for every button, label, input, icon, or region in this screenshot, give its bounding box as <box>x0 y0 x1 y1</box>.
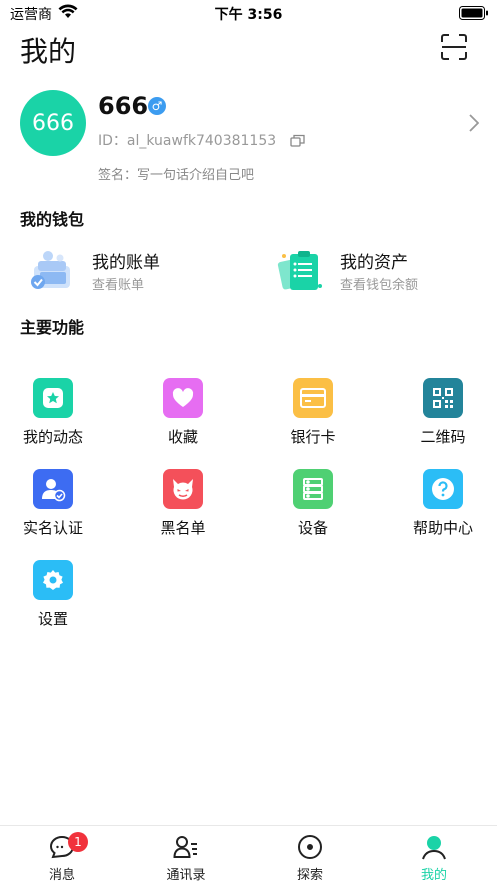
wallet-section-title: 我的钱包 <box>20 210 85 229</box>
feature-my-moments[interactable]: 我的动态 <box>0 376 106 456</box>
user-verified-icon <box>33 469 73 509</box>
tab-me[interactable]: 我的 <box>372 832 496 883</box>
wallet-item-subtitle: 查看账单 <box>92 278 145 293</box>
feature-label: 银行卡 <box>290 428 336 446</box>
feature-label: 帮助中心 <box>412 519 473 537</box>
feature-label: 我的动态 <box>22 428 83 446</box>
wallet-item-title: 我的账单 <box>92 253 160 273</box>
page-header: 我的 <box>0 28 497 72</box>
battery-icon <box>459 5 489 24</box>
feature-devices[interactable]: 设备 <box>260 467 366 547</box>
wallet-item-title: 我的资产 <box>340 253 408 273</box>
feature-label: 收藏 <box>167 428 198 446</box>
chevron-right-icon[interactable] <box>469 114 480 136</box>
feature-blacklist[interactable]: 黑名单 <box>130 467 236 547</box>
contacts-icon <box>173 834 199 860</box>
copy-icon[interactable] <box>290 132 305 151</box>
feature-help-center[interactable]: 帮助中心 <box>390 467 496 547</box>
tab-label: 探索 <box>296 868 323 883</box>
feature-real-name-auth[interactable]: 实名认证 <box>0 467 106 547</box>
features-section-title: 主要功能 <box>20 318 85 337</box>
tab-explore[interactable]: 探索 <box>248 832 372 883</box>
assets-clipboard-icon <box>274 246 324 296</box>
feature-qr-code[interactable]: 二维码 <box>390 376 496 456</box>
feature-label: 设置 <box>37 610 68 628</box>
wallet-item-bills[interactable]: 我的账单 查看账单 <box>26 244 246 300</box>
feature-label: 设备 <box>297 519 328 537</box>
tab-label: 通讯录 <box>166 868 206 883</box>
feature-settings[interactable]: 设置 <box>0 558 106 638</box>
wallet-section: 我的账单 查看账单 我的资产 查看钱包余额 <box>0 244 497 300</box>
bottom-tab-bar: 1 消息 通讯录 探索 我的 <box>0 825 497 883</box>
heart-icon <box>163 378 203 418</box>
gender-male-icon: ♂ <box>148 97 166 115</box>
qr-code-icon <box>423 378 463 418</box>
status-bar: 运营商 下午 3:56 <box>0 0 497 26</box>
tab-messages[interactable]: 1 消息 <box>0 832 124 883</box>
scan-icon[interactable] <box>441 34 467 60</box>
wallet-item-subtitle: 查看钱包余额 <box>340 278 419 293</box>
profile-card[interactable]: 666 666 ♂ ID：al_kuawfk740381153 签名：写一句话介… <box>0 90 497 190</box>
feature-favorites[interactable]: 收藏 <box>130 376 236 456</box>
wallet-item-assets[interactable]: 我的资产 查看钱包余额 <box>274 244 494 300</box>
user-id: ID：al_kuawfk740381153 <box>98 133 277 149</box>
signature: 签名：写一句话介绍自己吧 <box>98 168 255 183</box>
avatar[interactable]: 666 <box>20 90 86 156</box>
unread-badge: 1 <box>68 832 88 852</box>
user-profile-icon <box>421 834 447 860</box>
feature-label: 实名认证 <box>22 519 83 537</box>
tab-contacts[interactable]: 通讯录 <box>124 832 248 883</box>
feature-bank-card[interactable]: 银行卡 <box>260 376 366 456</box>
feature-label: 黑名单 <box>160 519 206 537</box>
devil-face-icon <box>163 469 203 509</box>
feature-label: 二维码 <box>420 428 466 446</box>
compass-icon <box>297 834 323 860</box>
gear-icon <box>33 560 73 600</box>
bill-wallet-icon <box>26 246 76 296</box>
tab-label: 我的 <box>420 868 447 883</box>
server-icon <box>293 469 333 509</box>
status-time: 下午 3:56 <box>214 7 283 23</box>
nickname: 666 <box>98 92 149 120</box>
help-question-icon <box>423 469 463 509</box>
star-icon <box>33 378 73 418</box>
tab-label: 消息 <box>48 868 75 883</box>
bank-card-icon <box>293 378 333 418</box>
page-title: 我的 <box>20 35 77 68</box>
